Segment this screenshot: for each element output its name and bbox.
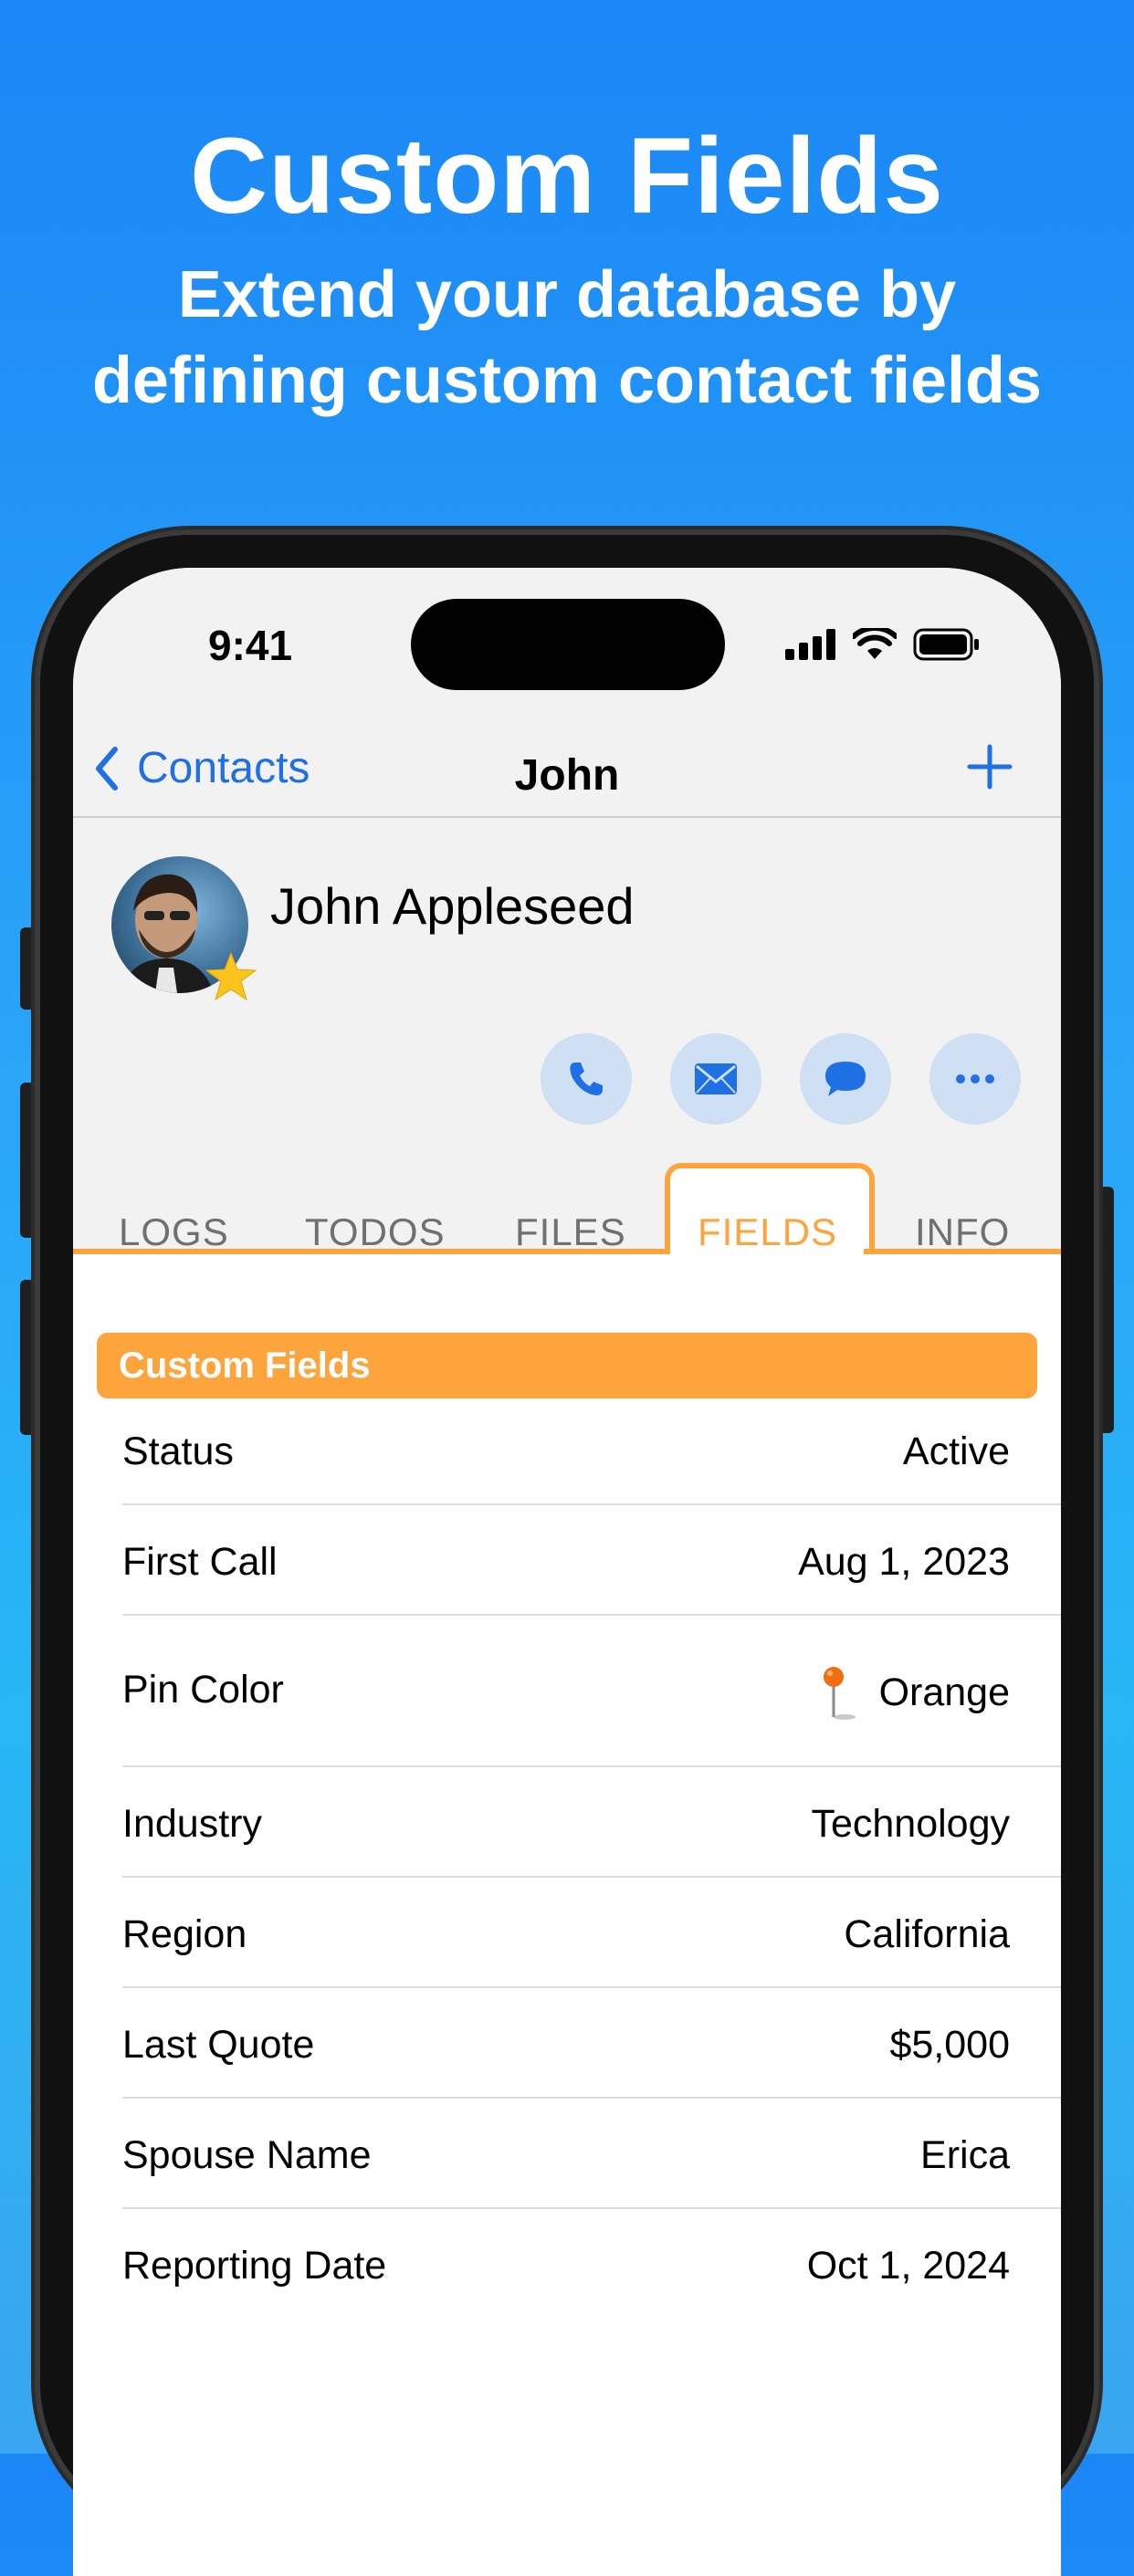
power-button bbox=[1099, 1187, 1114, 1433]
contact-name: John Appleseed bbox=[270, 877, 635, 935]
headline-subtitle: Extend your database by defining custom … bbox=[0, 252, 1134, 424]
subtitle-line-1: Extend your database by bbox=[177, 258, 957, 331]
row-divider bbox=[122, 1503, 1061, 1505]
row-divider bbox=[122, 2097, 1061, 2099]
tab-todos[interactable]: TODOS bbox=[305, 1210, 446, 1254]
status-time: 9:41 bbox=[208, 622, 293, 669]
phone-frame: 9:41 Contacts John John Appleseed LOGS T… bbox=[35, 529, 1099, 2576]
tab-logs[interactable]: LOGS bbox=[119, 1210, 229, 1254]
field-label: Industry bbox=[122, 1802, 262, 1846]
mute-switch bbox=[20, 927, 35, 1010]
field-value: Aug 1, 2023 bbox=[798, 1540, 1010, 1584]
field-value: California bbox=[844, 1912, 1010, 1956]
field-value-pin: Orange bbox=[819, 1664, 1010, 1721]
add-button[interactable] bbox=[966, 743, 1013, 795]
row-divider bbox=[122, 1986, 1061, 1988]
ellipsis-icon bbox=[956, 1074, 994, 1084]
field-value: Active bbox=[902, 1429, 1010, 1473]
wifi-icon bbox=[853, 628, 897, 659]
volume-up-button bbox=[20, 1083, 35, 1238]
field-value: $5,000 bbox=[889, 2023, 1010, 2067]
battery-icon bbox=[913, 628, 979, 661]
tab-fields[interactable]: FIELDS bbox=[698, 1210, 837, 1254]
message-button[interactable] bbox=[800, 1033, 891, 1125]
field-label: Region bbox=[122, 1912, 247, 1956]
headline-title: Custom Fields bbox=[190, 116, 944, 236]
navigation-bar: Contacts John bbox=[73, 723, 1061, 814]
field-value: Erica bbox=[920, 2133, 1010, 2177]
action-buttons bbox=[541, 1033, 1021, 1125]
row-divider bbox=[122, 1614, 1061, 1616]
field-label: Pin Color bbox=[122, 1668, 284, 1712]
field-value: Orange bbox=[878, 1670, 1010, 1714]
fields-content: Custom Fields Status Active First Call A… bbox=[73, 1254, 1061, 2576]
tab-files[interactable]: FILES bbox=[515, 1210, 626, 1254]
section-header: Custom Fields bbox=[97, 1333, 1037, 1398]
status-icons bbox=[785, 628, 981, 661]
row-divider bbox=[122, 1765, 1061, 1767]
favorite-star-icon bbox=[205, 951, 257, 1001]
nav-divider bbox=[73, 816, 1061, 818]
field-label: Last Quote bbox=[122, 2023, 315, 2067]
subtitle-line-2: defining custom contact fields bbox=[91, 344, 1043, 417]
field-label: First Call bbox=[122, 1540, 278, 1584]
nav-title: John bbox=[514, 751, 620, 800]
field-value: Oct 1, 2024 bbox=[806, 2244, 1010, 2288]
phone-screen: 9:41 Contacts John John Appleseed LOGS T… bbox=[73, 568, 1061, 2576]
volume-down-button bbox=[20, 1280, 35, 1435]
plus-icon bbox=[967, 744, 1013, 790]
pin-icon bbox=[823, 1667, 856, 1720]
more-button[interactable] bbox=[929, 1033, 1021, 1125]
call-button[interactable] bbox=[541, 1033, 632, 1125]
chat-bubble-icon bbox=[825, 1062, 866, 1096]
email-button[interactable] bbox=[670, 1033, 761, 1125]
field-label: Reporting Date bbox=[122, 2244, 387, 2288]
phone-icon bbox=[570, 1063, 603, 1095]
field-label: Spouse Name bbox=[122, 2133, 372, 2177]
row-divider bbox=[122, 2207, 1061, 2209]
row-divider bbox=[122, 1876, 1061, 1878]
envelope-icon bbox=[695, 1063, 737, 1094]
tab-info[interactable]: INFO bbox=[915, 1210, 1010, 1254]
field-value: Technology bbox=[811, 1802, 1010, 1846]
field-label: Status bbox=[122, 1429, 234, 1473]
signal-icon bbox=[785, 629, 835, 660]
dynamic-island bbox=[411, 599, 725, 690]
